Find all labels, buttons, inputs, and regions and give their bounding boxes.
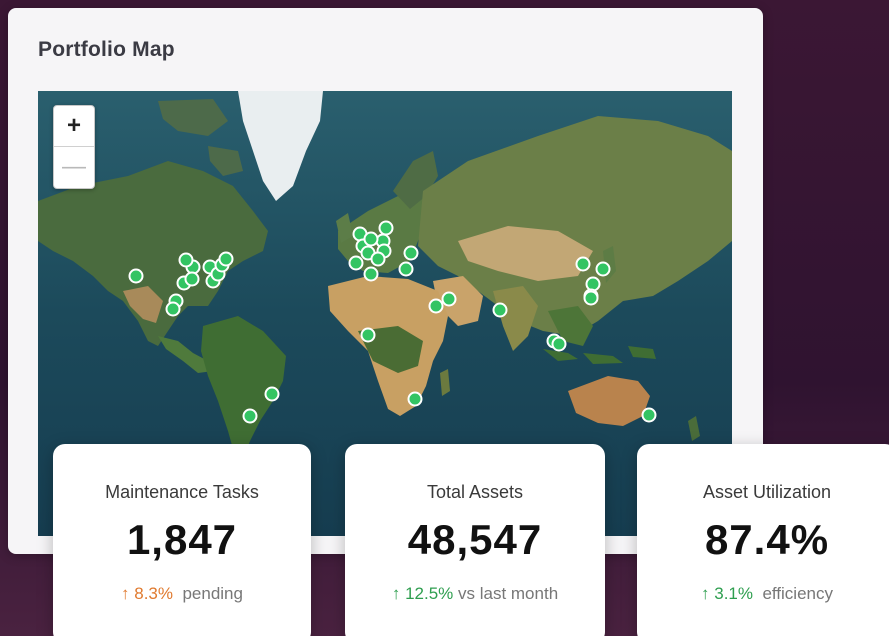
- trend-change: 12.5%: [405, 584, 454, 603]
- card-trend: ↑ 8.3% pending: [53, 584, 311, 604]
- card-label: Total Assets: [426, 482, 524, 502]
- zoom-control: + —: [53, 105, 95, 189]
- maintenance-tasks-card[interactable]: Maintenance Tasks 1,847 ↑ 8.3% pending: [53, 444, 311, 636]
- trend-suffix: efficiency: [762, 584, 833, 603]
- asset-marker[interactable]: [641, 407, 657, 423]
- trend-arrow-icon: ↑: [701, 584, 710, 603]
- asset-marker[interactable]: [360, 327, 376, 343]
- card-label: Asset Utilization: [702, 482, 832, 502]
- asset-marker[interactable]: [583, 290, 599, 306]
- asset-marker[interactable]: [218, 251, 234, 267]
- asset-marker[interactable]: [575, 256, 591, 272]
- panel-title: Portfolio Map: [38, 38, 175, 61]
- card-label: Maintenance Tasks: [105, 482, 259, 502]
- asset-marker[interactable]: [551, 336, 567, 352]
- asset-marker[interactable]: [348, 255, 364, 271]
- total-assets-card[interactable]: Total Assets 48,547 ↑ 12.5% vs last mont…: [345, 444, 605, 636]
- asset-marker[interactable]: [184, 271, 200, 287]
- asset-marker[interactable]: [492, 302, 508, 318]
- trend-suffix: pending: [182, 584, 243, 603]
- asset-marker[interactable]: [585, 276, 601, 292]
- asset-marker[interactable]: [441, 291, 457, 307]
- asset-marker[interactable]: [403, 245, 419, 261]
- asset-marker[interactable]: [128, 268, 144, 284]
- card-value: 1,847: [126, 516, 238, 563]
- trend-change: 3.1%: [714, 584, 753, 603]
- asset-marker[interactable]: [398, 261, 414, 277]
- trend-suffix: vs last month: [458, 584, 559, 603]
- zoom-out-button[interactable]: —: [54, 147, 94, 187]
- asset-marker[interactable]: [363, 266, 379, 282]
- asset-marker[interactable]: [370, 251, 386, 267]
- asset-marker[interactable]: [407, 391, 423, 407]
- asset-marker[interactable]: [264, 386, 280, 402]
- asset-marker[interactable]: [428, 298, 444, 314]
- asset-marker[interactable]: [363, 231, 379, 247]
- card-trend: ↑ 3.1% efficiency: [637, 584, 889, 604]
- card-trend: ↑ 12.5% vs last month: [345, 584, 605, 604]
- trend-arrow-icon: ↑: [121, 584, 130, 603]
- asset-utilization-card[interactable]: Asset Utilization 87.4% ↑ 3.1% efficienc…: [637, 444, 889, 636]
- asset-marker[interactable]: [595, 261, 611, 277]
- asset-marker[interactable]: [165, 301, 181, 317]
- asset-marker[interactable]: [378, 220, 394, 236]
- trend-change: 8.3%: [134, 584, 173, 603]
- zoom-in-button[interactable]: +: [54, 106, 94, 147]
- asset-marker[interactable]: [242, 408, 258, 424]
- trend-arrow-icon: ↑: [391, 584, 401, 603]
- asset-marker[interactable]: [178, 252, 194, 268]
- card-value: 48,547: [407, 516, 543, 563]
- card-value: 87.4%: [704, 516, 830, 563]
